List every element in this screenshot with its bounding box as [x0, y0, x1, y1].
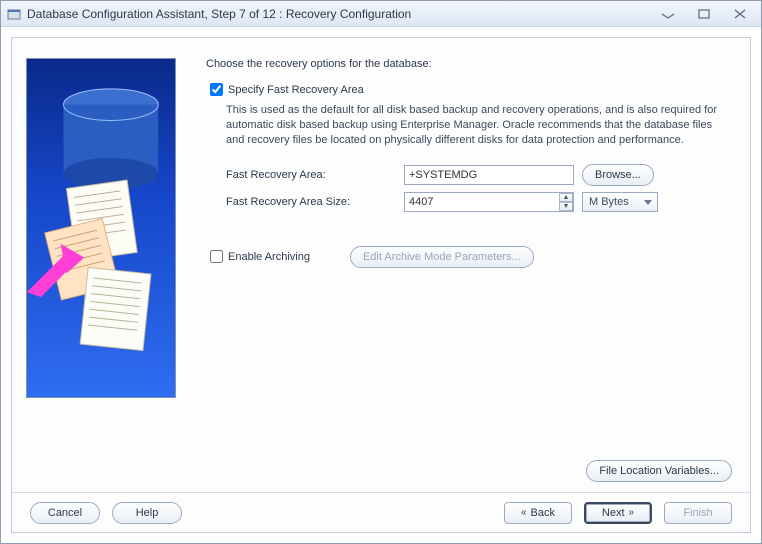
wizard-side-image	[26, 58, 176, 398]
fra-size-row: Fast Recovery Area Size: ▲ ▼ M Bytes	[226, 192, 730, 212]
window-controls	[659, 7, 749, 21]
maximize-icon[interactable]	[695, 7, 713, 21]
content-outer: Choose the recovery options for the data…	[1, 27, 761, 543]
chevron-right-icon: »	[629, 507, 635, 518]
minimize-icon[interactable]	[659, 7, 677, 21]
window-title: Database Configuration Assistant, Step 7…	[27, 7, 659, 21]
fra-input[interactable]	[404, 165, 574, 185]
specify-fra-checkbox-row[interactable]: Specify Fast Recovery Area	[206, 80, 730, 99]
fra-size-spinner: ▲ ▼	[404, 192, 574, 212]
fra-row: Fast Recovery Area: Browse...	[226, 164, 730, 186]
bottom-bar: Cancel Help « Back Next » Finish	[12, 492, 750, 532]
archiving-row: Enable Archiving Edit Archive Mode Param…	[206, 246, 730, 268]
close-icon[interactable]	[731, 7, 749, 21]
cancel-button[interactable]: Cancel	[30, 502, 100, 524]
next-button[interactable]: Next »	[584, 502, 652, 524]
edit-archive-button: Edit Archive Mode Parameters...	[350, 246, 534, 268]
chevron-left-icon: «	[521, 507, 527, 518]
content-frame: Choose the recovery options for the data…	[11, 37, 751, 533]
specify-fra-checkbox[interactable]	[210, 83, 223, 96]
enable-archiving-checkbox[interactable]	[210, 250, 223, 263]
fra-size-unit-select[interactable]: M Bytes	[582, 192, 658, 212]
back-label: Back	[531, 507, 555, 519]
specify-fra-label: Specify Fast Recovery Area	[228, 84, 364, 96]
browse-button[interactable]: Browse...	[582, 164, 654, 186]
right-pane: Choose the recovery options for the data…	[186, 38, 750, 454]
back-button[interactable]: « Back	[504, 502, 572, 524]
main-row: Choose the recovery options for the data…	[12, 38, 750, 454]
finish-button: Finish	[664, 502, 732, 524]
next-label: Next	[602, 507, 625, 519]
titlebar: Database Configuration Assistant, Step 7…	[1, 1, 761, 27]
fra-label: Fast Recovery Area:	[226, 169, 396, 181]
window-frame: Database Configuration Assistant, Step 7…	[0, 0, 762, 544]
file-location-row: File Location Variables...	[12, 454, 750, 492]
heading: Choose the recovery options for the data…	[206, 58, 730, 70]
fra-size-unit-value: M Bytes	[589, 196, 629, 208]
fra-size-up-button[interactable]: ▲	[559, 193, 573, 202]
help-button[interactable]: Help	[112, 502, 182, 524]
fra-size-input[interactable]	[404, 192, 574, 212]
enable-archiving-label: Enable Archiving	[228, 251, 310, 263]
enable-archiving-checkbox-row[interactable]: Enable Archiving	[206, 247, 310, 266]
fra-size-down-button[interactable]: ▼	[559, 202, 573, 211]
file-location-variables-button[interactable]: File Location Variables...	[586, 460, 732, 482]
fra-description: This is used as the default for all disk…	[226, 103, 730, 148]
app-icon	[7, 7, 21, 21]
fra-size-label: Fast Recovery Area Size:	[226, 196, 396, 208]
